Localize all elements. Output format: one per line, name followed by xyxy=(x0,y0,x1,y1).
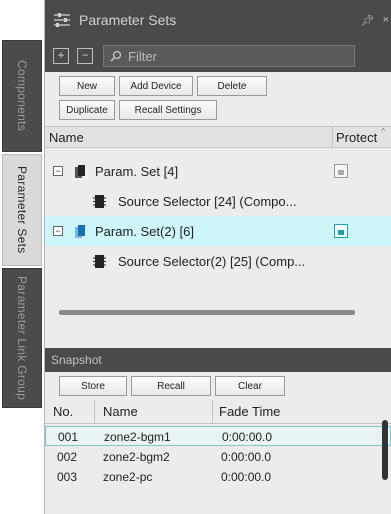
column-header-fade-time[interactable]: Fade Time xyxy=(213,400,373,423)
new-button[interactable]: New xyxy=(59,76,115,96)
tree-row-label: Param. Set(2) [6] xyxy=(95,223,194,239)
tree-row-label: Source Selector(2) [25] (Comp... xyxy=(118,253,306,269)
filter-input[interactable]: Filter xyxy=(103,45,355,67)
column-header-name[interactable]: Name xyxy=(95,400,213,423)
duplicate-button[interactable]: Duplicate xyxy=(59,100,115,120)
recall-button[interactable]: Recall xyxy=(131,376,211,396)
close-icon[interactable]: × xyxy=(383,14,389,26)
snapshot-name: zone2-bgm1 xyxy=(104,429,171,444)
side-tab-parameter-sets-label: Parameter Sets xyxy=(15,166,29,254)
protect-checkbox[interactable] xyxy=(334,164,348,178)
horizontal-scrollbar[interactable] xyxy=(59,310,355,315)
side-tab-components[interactable]: Components xyxy=(2,40,42,152)
device-icon xyxy=(93,254,106,268)
vertical-scrollbar[interactable] xyxy=(382,420,388,480)
snapshot-name: zone2-bgm2 xyxy=(103,449,170,464)
side-tab-strip: Components Parameter Sets Parameter Link… xyxy=(0,0,44,514)
tree-row-device[interactable]: Source Selector(2) [25] (Comp... xyxy=(45,246,391,276)
parameter-set-icon xyxy=(75,164,85,178)
device-icon xyxy=(93,194,106,208)
parameter-set-tree: − Param. Set [4] Source Selector [24] (C… xyxy=(45,148,391,348)
filter-toolbar: + − Filter xyxy=(45,40,391,72)
filter-placeholder: Filter xyxy=(128,48,157,64)
collapse-toggle-icon[interactable]: − xyxy=(53,226,63,236)
lock-icon xyxy=(338,170,344,175)
snapshot-fade-time: 0:00:00.0 xyxy=(222,429,273,444)
snapshot-table-header: No. Name Fade Time xyxy=(45,400,391,424)
parameter-set-icon xyxy=(75,224,85,238)
snapshot-row[interactable]: 003 zone2-pc 0:00:00.0 xyxy=(45,466,391,486)
snapshot-no: 002 xyxy=(57,449,78,464)
tree-row-label: Param. Set [4] xyxy=(95,163,179,179)
recall-settings-button[interactable]: Recall Settings xyxy=(119,100,217,120)
side-tab-parameter-link-group[interactable]: Parameter Link Group xyxy=(2,268,42,408)
side-tab-components-label: Components xyxy=(15,60,29,132)
add-device-button[interactable]: Add Device xyxy=(119,76,193,96)
tree-row-param-set-selected[interactable]: − Param. Set(2) [6] xyxy=(45,216,391,246)
panel-title: Parameter Sets xyxy=(79,12,177,28)
tree-row-device[interactable]: Source Selector [24] (Compo... xyxy=(45,186,391,216)
snapshot-fade-time: 0:00:00.0 xyxy=(221,449,272,464)
lock-icon xyxy=(338,230,344,235)
snapshot-no: 003 xyxy=(57,469,78,484)
tree-row-param-set[interactable]: − Param. Set [4] xyxy=(45,156,391,186)
tree-row-label: Source Selector [24] (Compo... xyxy=(118,193,297,209)
snapshot-row[interactable]: 002 zone2-bgm2 0:00:00.0 xyxy=(45,446,391,466)
column-header-protect[interactable]: Protect xyxy=(332,127,377,147)
clear-button[interactable]: Clear xyxy=(215,376,285,396)
search-icon xyxy=(110,50,122,62)
snapshot-header: Snapshot xyxy=(45,348,391,372)
collapse-toggle-icon[interactable]: − xyxy=(53,166,63,176)
protect-checkbox[interactable] xyxy=(334,224,348,238)
delete-button[interactable]: Delete xyxy=(197,76,267,96)
snapshot-buttons: Store Recall Clear xyxy=(45,372,391,400)
snapshot-title: Snapshot xyxy=(51,353,102,367)
panel-header: Parameter Sets 📌︎ × xyxy=(45,0,391,40)
side-tab-parameter-sets[interactable]: Parameter Sets xyxy=(2,154,42,266)
snapshot-no: 001 xyxy=(58,429,79,444)
snapshot-table: 001 zone2-bgm1 0:00:00.0 002 zone2-bgm2 … xyxy=(45,424,391,486)
column-header-no[interactable]: No. xyxy=(45,400,95,423)
collapse-all-button[interactable]: − xyxy=(77,48,93,64)
snapshot-row[interactable]: 001 zone2-bgm1 0:00:00.0 xyxy=(45,426,391,446)
store-button[interactable]: Store xyxy=(59,376,127,396)
column-header-name[interactable]: Name xyxy=(45,130,332,145)
sort-caret-icon: ^ xyxy=(381,127,385,136)
action-buttons: New Add Device Delete Duplicate Recall S… xyxy=(45,72,391,126)
expand-all-button[interactable]: + xyxy=(53,48,69,64)
pin-icon[interactable]: 📌︎ xyxy=(361,14,375,27)
parameter-sets-panel: Parameter Sets 📌︎ × + − Filter New Add D… xyxy=(44,0,391,514)
tree-header: Name Protect ^ xyxy=(45,126,391,148)
snapshot-name: zone2-pc xyxy=(103,469,153,484)
parameter-sets-icon xyxy=(54,13,70,27)
side-tab-parameter-link-group-label: Parameter Link Group xyxy=(15,275,29,401)
snapshot-fade-time: 0:00:00.0 xyxy=(221,469,272,484)
